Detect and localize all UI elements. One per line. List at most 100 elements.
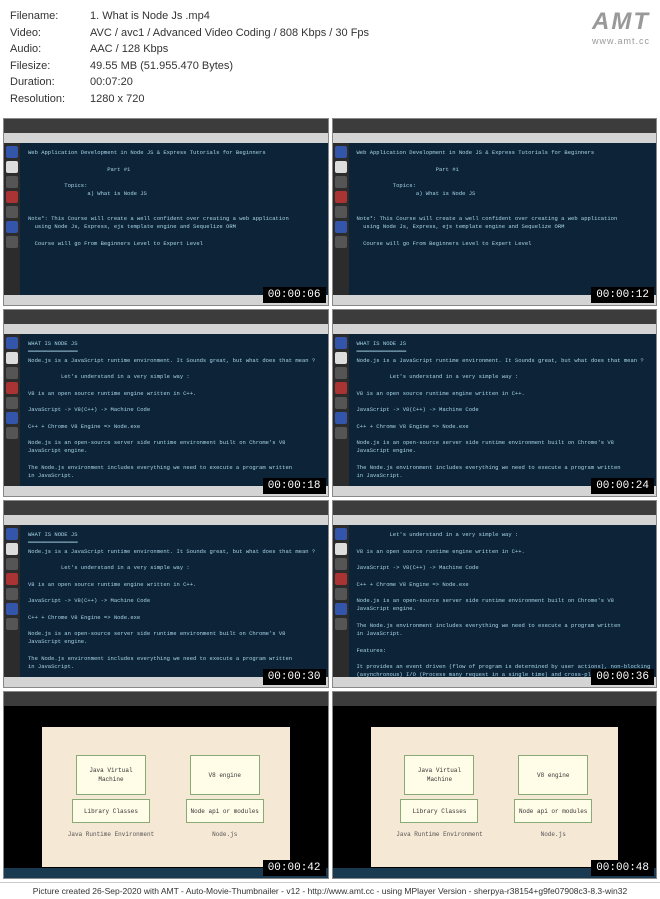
code-line: V8 is an open source runtime engine writ… (357, 390, 649, 398)
window-titlebar (4, 692, 328, 706)
app-launcher-sidebar (4, 525, 20, 677)
code-line (357, 199, 649, 207)
editor-tabbar (333, 324, 657, 334)
window-titlebar (4, 501, 328, 515)
code-line: C++ + Chrome V8 Engine => Node.exe (357, 581, 649, 589)
window-titlebar (333, 310, 657, 324)
code-line: V8 is an open source runtime engine writ… (357, 548, 649, 556)
code-line: C++ + Chrome V8 Engine => Node.exe (28, 614, 320, 622)
diagram-container: Java Virtual Machine Library Classes Jav… (42, 727, 290, 867)
diagram-box-nodeapi: Node api or modules (186, 799, 264, 823)
duration-label: Duration: (10, 74, 90, 91)
code-line (357, 589, 649, 597)
editor-content: Web Application Development in Node JS &… (20, 143, 328, 295)
code-line: a) What is Node JS (357, 190, 649, 198)
app-icon (335, 236, 347, 248)
code-line (357, 539, 649, 547)
code-line (28, 647, 320, 655)
code-line: Topics: (28, 182, 320, 190)
filesize-label: Filesize: (10, 58, 90, 75)
editor-tabbar (4, 133, 328, 143)
diagram-right-col: V8 engine Node api or modules Node.js (186, 755, 264, 839)
app-launcher-sidebar (4, 143, 20, 295)
thumbnail-4[interactable]: WHAT IS NODE JS━━━━━━━━━━━━━━━Node.js is… (3, 500, 329, 688)
code-line: JavaScript -> V8(C++) -> Machine Code (357, 564, 649, 572)
code-line (28, 232, 320, 240)
code-line (357, 456, 649, 464)
app-icon (335, 618, 347, 630)
thumbnail-5[interactable]: Let's understand in a very simple way : … (332, 500, 658, 688)
code-line (28, 622, 320, 630)
diagram-box-v8: V8 engine (518, 755, 588, 795)
app-icon (6, 337, 18, 349)
window-titlebar (333, 119, 657, 133)
code-line (28, 556, 320, 564)
app-icon (6, 382, 18, 394)
code-line (28, 589, 320, 597)
audio-label: Audio: (10, 41, 90, 58)
thumbnail-grid: Web Application Development in Node JS &… (0, 115, 660, 882)
app-icon (6, 427, 18, 439)
diagram-container: Java Virtual Machine Library Classes Jav… (371, 727, 619, 867)
code-line (28, 381, 320, 389)
code-line: JavaScript -> V8(C++) -> Machine Code (28, 406, 320, 414)
code-line (357, 414, 649, 422)
app-icon (335, 146, 347, 158)
app-icon (6, 352, 18, 364)
code-line: Course will go From Beginners Level to E… (28, 240, 320, 248)
code-line: ━━━━━━━━━━━━━━━ (357, 348, 649, 356)
app-icon (6, 573, 18, 585)
duration-value: 00:07:20 (90, 74, 133, 91)
code-line: WHAT IS NODE JS (28, 531, 320, 539)
thumbnail-2[interactable]: WHAT IS NODE JS━━━━━━━━━━━━━━━ Node.js is… (3, 309, 329, 497)
code-line: V8 is an open source runtime engine writ… (28, 581, 320, 589)
code-line (357, 614, 649, 622)
code-line: WHAT IS NODE JS (28, 340, 320, 348)
app-icon (6, 588, 18, 600)
app-icon (335, 543, 347, 555)
code-line: Node.js is an open-source server side ru… (28, 439, 320, 447)
code-line (357, 365, 649, 373)
thumbnail-0[interactable]: Web Application Development in Node JS &… (3, 118, 329, 306)
app-icon (335, 573, 347, 585)
code-line: Part #1 (357, 166, 649, 174)
thumbnail-6[interactable]: Java Virtual Machine Library Classes Jav… (3, 691, 329, 879)
code-line: Course will go From Beginners Level to E… (357, 240, 649, 248)
app-icon (6, 176, 18, 188)
diagram-box-jvm: Java Virtual Machine (404, 755, 474, 795)
thumbnail-1[interactable]: Web Application Development in Node JS &… (332, 118, 658, 306)
code-line: The Node.js environment includes everyth… (357, 464, 649, 472)
filename-label: Filename: (10, 8, 90, 25)
code-line: Node.js is an open-source server side ru… (28, 630, 320, 638)
resolution-label: Resolution: (10, 91, 90, 108)
code-line: V8 is an open source runtime engine writ… (28, 390, 320, 398)
app-launcher-sidebar (333, 334, 349, 486)
thumb-content: Java Virtual Machine Library Classes Jav… (4, 706, 328, 868)
code-line (357, 232, 649, 240)
app-icon (6, 367, 18, 379)
diagram-label-jre: Java Runtime Environment (396, 830, 482, 839)
app-icon (6, 528, 18, 540)
audio-value: AAC / 128 Kbps (90, 41, 168, 58)
app-icon (335, 337, 347, 349)
app-icon (335, 528, 347, 540)
code-line (357, 572, 649, 580)
thumb-content: Java Virtual Machine Library Classes Jav… (333, 706, 657, 868)
thumbnail-7[interactable]: Java Virtual Machine Library Classes Jav… (332, 691, 658, 879)
code-line: WHAT IS NODE JS (357, 340, 649, 348)
app-icon (335, 367, 347, 379)
filename-value: 1. What is Node Js .mp4 (90, 8, 210, 25)
thumb-timestamp: 00:00:06 (263, 287, 326, 303)
code-line: Web Application Development in Node JS &… (357, 149, 649, 157)
code-line: ━━━━━━━━━━━━━━━ (28, 348, 320, 356)
code-line (28, 398, 320, 406)
code-line: Note*: This Course will create a well co… (28, 215, 320, 223)
thumbnail-3[interactable]: WHAT IS NODE JS━━━━━━━━━━━━━━━Node.js is… (332, 309, 658, 497)
code-line (28, 199, 320, 207)
app-icon (335, 412, 347, 424)
code-line (357, 638, 649, 646)
diagram-box-nodeapi: Node api or modules (514, 799, 592, 823)
logo-sub-text: www.amt.cc (592, 36, 650, 46)
app-icon (6, 191, 18, 203)
app-icon (335, 558, 347, 570)
